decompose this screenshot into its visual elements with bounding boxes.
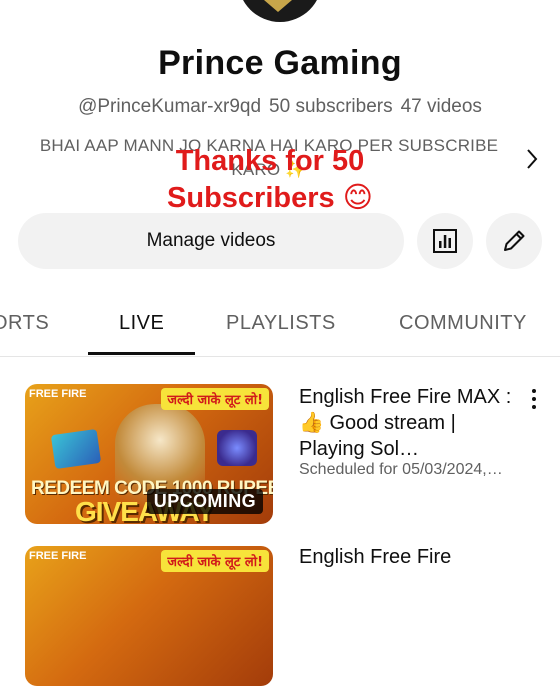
video-schedule: Scheduled for 05/03/2024,…: [299, 461, 503, 478]
video-count: 47 videos: [400, 96, 482, 117]
thumbnail-reward-box: [217, 430, 257, 466]
channel-handle[interactable]: @PrinceKumar-xr9qd: [78, 96, 261, 117]
chevron-right-icon[interactable]: [526, 147, 538, 171]
avatar-logo-mark: [264, 0, 292, 12]
channel-name: Prince Gaming: [158, 44, 402, 82]
tab-playlists[interactable]: PLAYLISTS: [226, 296, 336, 356]
edit-channel-button[interactable]: [486, 213, 542, 269]
channel-avatar[interactable]: [238, 0, 322, 22]
upcoming-badge: UPCOMING: [146, 489, 263, 514]
thanks-overlay-text: Thanks for 50 Subscribers 😊: [167, 145, 373, 214]
channel-meta: @PrinceKumar-xr9qd 50 subscribers 47 video…: [0, 96, 560, 118]
video-title[interactable]: English Free Fire MAX : 👍 Good stream | …: [299, 384, 514, 462]
subscriber-count: 50 subscribers: [269, 96, 393, 117]
tab-live[interactable]: LIVE: [119, 296, 164, 356]
thumbnail-hindi-banner: जल्दी जाके लूट लो!: [161, 388, 269, 410]
tab-shorts[interactable]: ORTS: [0, 296, 49, 356]
video-thumbnail[interactable]: FREE FIRE जल्दी जाके लूट लो! REDEEM CODE…: [25, 384, 273, 524]
manage-videos-button[interactable]: Manage videos: [18, 213, 404, 269]
more-options-icon[interactable]: [528, 388, 540, 410]
thumbnail-phone-graphic: [50, 428, 102, 470]
bar-chart-icon: [433, 229, 457, 253]
tab-community[interactable]: COMMUNITY: [399, 296, 527, 356]
pencil-icon: [504, 230, 525, 251]
free-fire-logo: FREE FIRE: [29, 550, 87, 562]
analytics-button[interactable]: [417, 213, 473, 269]
active-tab-indicator: [88, 352, 195, 355]
free-fire-logo: FREE FIRE: [29, 388, 87, 400]
channel-tabs: ORTS LIVE PLAYLISTS COMMUNITY: [0, 296, 560, 357]
video-thumbnail[interactable]: FREE FIRE जल्दी जाके लूट लो!: [25, 546, 273, 686]
video-title[interactable]: English Free Fire: [299, 544, 514, 570]
thumbnail-hindi-banner: जल्दी जाके लूट लो!: [161, 550, 269, 572]
